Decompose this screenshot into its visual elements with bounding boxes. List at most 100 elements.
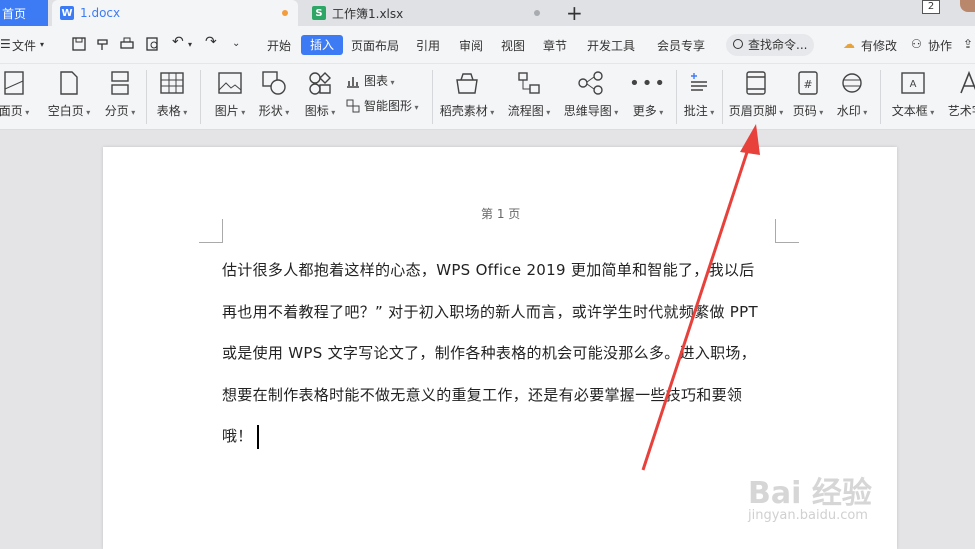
watermark-button[interactable]: 水印 xyxy=(834,68,870,126)
textbox-icon: A xyxy=(900,70,926,96)
paragraph-line: 估计很多人都抱着这样的心态，WPS Office 2019 更加简单和智能了，我… xyxy=(222,261,755,279)
new-tab-plus-icon[interactable]: + xyxy=(566,1,583,25)
more-dots-icon: ••• xyxy=(629,72,667,94)
more-button[interactable]: ••• 更多 xyxy=(629,68,667,126)
comment-icon xyxy=(686,70,712,96)
chart-button[interactable]: 图表 xyxy=(346,72,395,89)
cover-page-button[interactable]: 面页 xyxy=(0,68,34,126)
mindmap-label: 思维导图 xyxy=(564,102,619,119)
print-preview-icon[interactable] xyxy=(146,37,160,51)
picture-icon xyxy=(217,70,243,96)
shape-button[interactable]: 形状 xyxy=(254,68,294,126)
text-cursor xyxy=(256,424,259,449)
tab-home[interactable]: 首页 xyxy=(0,0,48,26)
menu-section[interactable]: 章节 xyxy=(543,37,567,54)
icon-library-button[interactable]: 图标 xyxy=(300,68,340,126)
collab-user-icon: ⚇ xyxy=(911,37,922,51)
mindmap-button[interactable]: 思维导图 xyxy=(562,68,620,126)
material-button[interactable]: 稻壳素材 xyxy=(440,68,494,126)
menu-member[interactable]: 会员专享 xyxy=(657,37,705,54)
svg-text:A: A xyxy=(910,79,917,90)
shape-icon xyxy=(261,70,287,96)
page-break-button[interactable]: 分页 xyxy=(100,68,140,126)
insert-ribbon: 面页 空白页 分页 表格 图片 形状 图标 图表 智能图形 稻壳素材 流程图 xyxy=(0,64,975,130)
blank-page-label: 空白页 xyxy=(48,102,91,119)
undo-dropdown-icon[interactable]: ▾ xyxy=(188,40,192,49)
table-button[interactable]: 表格 xyxy=(154,68,190,126)
icon-library-icon xyxy=(307,70,333,96)
format-painter-icon[interactable] xyxy=(96,37,110,51)
tab-spreadsheet[interactable]: S 工作簿1.xlsx xyxy=(302,0,552,26)
menu-start[interactable]: 开始 xyxy=(267,37,291,54)
cover-page-icon xyxy=(1,70,27,96)
flowchart-label: 流程图 xyxy=(508,102,551,119)
collab-button[interactable]: 协作 xyxy=(928,37,952,54)
blank-page-button[interactable]: 空白页 xyxy=(44,68,94,126)
avatar[interactable] xyxy=(960,0,975,12)
margin-mark-top-right xyxy=(775,219,799,243)
tab-document[interactable]: W 1.docx xyxy=(52,0,298,26)
save-icon[interactable] xyxy=(72,37,86,51)
blank-page-icon xyxy=(56,70,82,96)
wordart-label: 艺术字 xyxy=(948,102,975,119)
ribbon-divider xyxy=(722,70,723,124)
flowchart-button[interactable]: 流程图 xyxy=(504,68,554,126)
ribbon-divider xyxy=(432,70,433,124)
chevron-down-icon[interactable]: ▾ xyxy=(40,40,44,49)
page-number-button[interactable]: # 页码 xyxy=(790,68,826,126)
menu-review[interactable]: 审阅 xyxy=(459,37,483,54)
undo-icon[interactable]: ↶ xyxy=(172,34,184,50)
ribbon-divider xyxy=(200,70,201,124)
more-label: 更多 xyxy=(633,102,664,119)
tab-spreadsheet-label: 工作簿1.xlsx xyxy=(332,6,404,21)
cover-page-label: 面页 xyxy=(0,102,29,119)
menu-insert[interactable]: 插入 xyxy=(301,35,343,55)
margin-mark-top-left xyxy=(199,219,223,243)
wordart-button[interactable]: 艺术字 xyxy=(944,68,975,126)
menu-view[interactable]: 视图 xyxy=(501,37,525,54)
page-number-icon: # xyxy=(795,70,821,96)
icon-library-label: 图标 xyxy=(305,102,336,119)
table-icon xyxy=(159,70,185,96)
comment-button[interactable]: 批注 xyxy=(684,68,714,126)
header-footer-icon xyxy=(743,70,769,96)
tab-bar: 首页 W 1.docx S 工作簿1.xlsx + 2 xyxy=(0,0,975,26)
cloud-icon: ☁ xyxy=(843,37,855,51)
ribbon-divider xyxy=(880,70,881,124)
menu-bar: ☰ 文件 ▾ ↶ ▾ ↷ ⌄ 开始 插入 页面布局 引用 审阅 视图 章节 开发… xyxy=(0,26,975,64)
search-command-input[interactable]: 查找命令... xyxy=(726,34,814,56)
document-body[interactable]: 估计很多人都抱着这样的心态，WPS Office 2019 更加简单和智能了，我… xyxy=(222,250,782,458)
search-placeholder: 查找命令... xyxy=(748,38,808,52)
page-number-label: 页码 xyxy=(793,102,824,119)
menu-developer[interactable]: 开发工具 xyxy=(587,37,635,54)
textbox-label: 文本框 xyxy=(892,102,935,119)
customize-dropdown-icon[interactable]: ⌄ xyxy=(232,38,240,49)
paragraph-line: 或是使用 WPS 文字写论文了，制作各种表格的机会可能没那么多。进入职场， xyxy=(222,344,757,362)
menu-file[interactable]: 文件 xyxy=(12,37,36,54)
paragraph-last-text: 哦！ xyxy=(222,427,253,445)
hamburger-icon[interactable]: ☰ xyxy=(0,37,11,51)
menu-references[interactable]: 引用 xyxy=(416,37,440,54)
smartart-button[interactable]: 智能图形 xyxy=(346,97,419,114)
window-count[interactable]: 2 xyxy=(922,0,940,14)
header-footer-button[interactable]: 页眉页脚 xyxy=(729,68,784,126)
material-label: 稻壳素材 xyxy=(440,102,495,119)
tab-home-label: 首页 xyxy=(2,6,27,21)
menu-page-layout[interactable]: 页面布局 xyxy=(351,37,399,54)
tab-document-label: 1.docx xyxy=(80,6,121,20)
header-footer-label: 页眉页脚 xyxy=(729,102,784,119)
picture-label: 图片 xyxy=(215,102,246,119)
page-break-icon xyxy=(107,70,133,96)
page-break-label: 分页 xyxy=(105,102,136,119)
word-doc-icon: W xyxy=(60,6,74,20)
page-header-label[interactable]: 第 1 页 xyxy=(481,205,520,222)
paragraph-line: 再也用不着教程了吧？” 对于初入职场的新人而言，或许学生时代就频繁做 PPT xyxy=(222,302,758,321)
tab-dot-icon xyxy=(534,10,540,16)
modified-status[interactable]: 有修改 xyxy=(861,37,897,54)
textbox-button[interactable]: A 文本框 xyxy=(888,68,938,126)
picture-button[interactable]: 图片 xyxy=(210,68,250,126)
share-icon[interactable]: ⇪ xyxy=(963,37,973,51)
redo-icon[interactable]: ↷ xyxy=(205,34,217,50)
print-icon[interactable] xyxy=(120,37,134,51)
chart-icon xyxy=(347,76,359,88)
